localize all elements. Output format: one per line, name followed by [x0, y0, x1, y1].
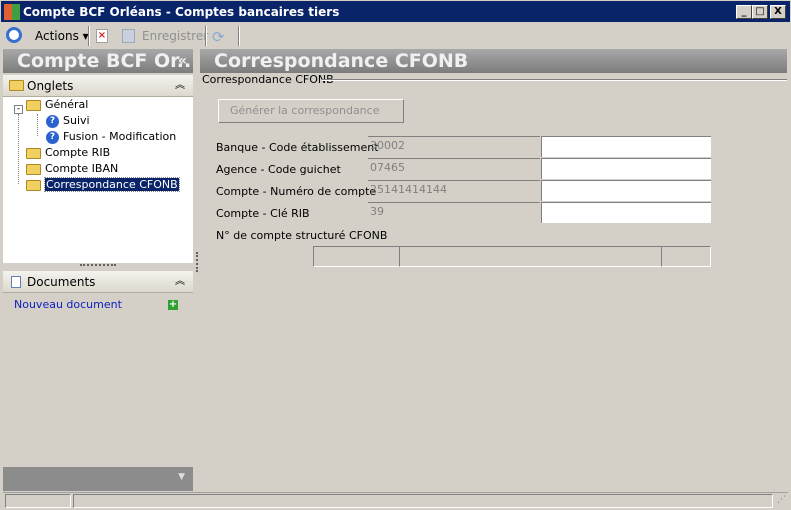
window-title: Compte BCF Orléans - Comptes bancaires t…	[23, 5, 340, 19]
app-icon	[4, 4, 20, 20]
help-icon: ?	[46, 130, 59, 144]
tree-item-general[interactable]: Général	[26, 97, 88, 112]
collapse-chevron-icon[interactable]: ︽	[175, 75, 185, 97]
nav-circle-icon[interactable]	[6, 27, 22, 43]
tree-item-fusion[interactable]: ? Fusion - Modification	[46, 129, 176, 144]
chevron-down-icon[interactable]: ▼	[178, 472, 185, 482]
field-label: Compte - Numéro de compte	[216, 185, 377, 198]
tabs-section-header[interactable]: Onglets ︽	[3, 75, 193, 97]
minimize-button[interactable]: _	[736, 5, 752, 19]
bottom-bar: ▼	[3, 467, 193, 491]
account-number-value: 25141414144	[368, 180, 540, 202]
collapse-chevron-icon[interactable]: ︽	[175, 271, 185, 293]
structured-box-3	[661, 246, 711, 267]
title-bar: Compte BCF Orléans - Comptes bancaires t…	[0, 0, 791, 23]
add-icon[interactable]: +	[168, 300, 178, 310]
account-number-input[interactable]	[541, 180, 711, 201]
tree-item-correspondance-cfonb[interactable]: Correspondance CFONB	[26, 177, 180, 192]
folder-icon	[9, 80, 24, 91]
tree-item-compte-rib[interactable]: Compte RIB	[26, 145, 110, 160]
collapse-panel-button[interactable]: «	[178, 49, 187, 73]
branch-code-value: 07465	[368, 158, 540, 180]
generate-button[interactable]: Générer la correspondance	[218, 99, 404, 123]
bank-code-input[interactable]	[541, 136, 711, 157]
actions-menu[interactable]: Actions ▾	[35, 27, 89, 45]
group-title: Correspondance CFONB	[202, 73, 334, 86]
status-bar: ⋰	[3, 492, 788, 508]
toolbar: Actions ▾ × Enregistrer ⟳	[0, 23, 791, 48]
documents-section-header[interactable]: Documents ︽	[3, 271, 193, 293]
field-label: Agence - Code guichet	[216, 163, 341, 176]
help-icon: ?	[46, 114, 59, 128]
rib-key-value: 39	[368, 202, 540, 224]
document-icon	[11, 276, 21, 288]
structured-box-1	[313, 246, 400, 267]
page-title: Correspondance CFONB	[200, 49, 787, 73]
new-document-link[interactable]: Nouveau document	[14, 298, 122, 311]
save-button[interactable]: Enregistrer	[142, 27, 208, 45]
field-label: Banque - Code établissement	[216, 141, 379, 154]
delete-icon[interactable]: ×	[96, 29, 108, 43]
splitter-handle[interactable]	[80, 264, 116, 267]
rib-key-input[interactable]	[541, 202, 711, 223]
refresh-icon[interactable]: ⟳	[212, 28, 225, 46]
vertical-splitter[interactable]	[196, 252, 198, 272]
field-label: Compte - Clé RIB	[216, 207, 310, 220]
tabs-tree: - Général ? Suivi ? Fusion - Modification …	[3, 97, 193, 263]
structured-box-2	[399, 246, 662, 267]
save-icon	[122, 29, 135, 43]
collapse-node-icon[interactable]: -	[14, 105, 23, 114]
branch-code-input[interactable]	[541, 158, 711, 179]
tree-item-compte-iban[interactable]: Compte IBAN	[26, 161, 118, 176]
maximize-button[interactable]: □	[752, 5, 768, 19]
record-header: Compte BCF Or.. «	[3, 49, 193, 73]
bank-code-value: 30002	[368, 136, 540, 158]
structured-label: N° de compte structuré CFONB	[216, 229, 388, 242]
close-button[interactable]: X	[770, 5, 786, 19]
tree-item-suivi[interactable]: ? Suivi	[46, 113, 90, 128]
resize-grip-icon[interactable]: ⋰	[777, 495, 786, 505]
